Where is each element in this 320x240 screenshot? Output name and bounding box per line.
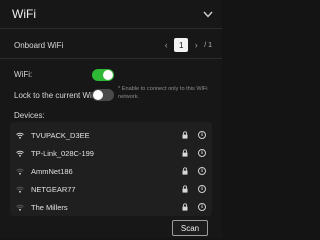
toggle-knob — [93, 90, 103, 100]
lock-icon — [182, 185, 190, 194]
wifi-signal-full-icon — [16, 149, 25, 157]
chevron-right-icon[interactable]: › — [193, 40, 199, 50]
wifi-toggle[interactable] — [92, 69, 114, 81]
toggle-knob — [103, 70, 113, 80]
devices-header: Devices: — [14, 110, 212, 120]
lock-icon — [182, 203, 190, 212]
page-total: / 1 — [204, 41, 212, 49]
scan-button[interactable]: Scan — [172, 220, 208, 236]
wifi-signal-low-icon — [16, 185, 25, 193]
device-item[interactable]: AmmNet186 i — [16, 164, 206, 178]
wifi-toggle-label: WiFi: — [14, 69, 33, 79]
device-item[interactable]: TP-Link_028C-199 i — [16, 146, 206, 160]
info-icon[interactable]: i — [198, 203, 206, 211]
lock-icon — [182, 131, 190, 140]
lock-wifi-toggle[interactable] — [92, 89, 114, 101]
onboard-wifi-label: Onboard WiFi — [14, 40, 64, 50]
device-name: TVUPACK_D3EE — [31, 130, 90, 140]
lock-toggle-label: Lock to the current WiFi: — [14, 90, 101, 100]
chevron-down-icon[interactable] — [203, 9, 213, 19]
device-item[interactable]: The Millers i — [16, 200, 206, 214]
section-divider — [0, 58, 222, 59]
page-number-input[interactable]: 1 — [174, 38, 189, 52]
devices-label: Devices: — [14, 110, 45, 120]
device-name: TP-Link_028C-199 — [31, 148, 94, 158]
lock-icon — [182, 167, 190, 176]
panel-title: WiFi — [12, 7, 36, 21]
info-icon[interactable]: i — [198, 149, 206, 157]
lock-note: * Enable to connect only to this WiFi ne… — [118, 86, 208, 100]
device-name: AmmNet186 — [31, 166, 73, 176]
device-name: The Millers — [31, 202, 68, 212]
onboard-pager: ‹ 1 › / 1 — [163, 38, 212, 52]
wifi-signal-low-icon — [16, 203, 25, 211]
header-divider — [0, 28, 222, 29]
lock-icon — [182, 149, 190, 158]
device-item[interactable]: NETGEAR77 i — [16, 182, 206, 196]
chevron-left-icon[interactable]: ‹ — [163, 40, 169, 50]
device-item[interactable]: TVUPACK_D3EE i — [16, 128, 206, 142]
wifi-signal-low-icon — [16, 167, 25, 175]
info-icon[interactable]: i — [198, 185, 206, 193]
wifi-signal-full-icon — [16, 131, 25, 139]
device-name: NETGEAR77 — [31, 184, 76, 194]
devices-list: TVUPACK_D3EE i TP-Link_028C-199 i AmmNet… — [10, 122, 212, 216]
wifi-panel: WiFi Onboard WiFi ‹ 1 › / 1 WiFi: Lock t… — [0, 0, 222, 238]
info-icon[interactable]: i — [198, 167, 206, 175]
info-icon[interactable]: i — [198, 131, 206, 139]
wifi-header[interactable]: WiFi — [0, 0, 222, 28]
